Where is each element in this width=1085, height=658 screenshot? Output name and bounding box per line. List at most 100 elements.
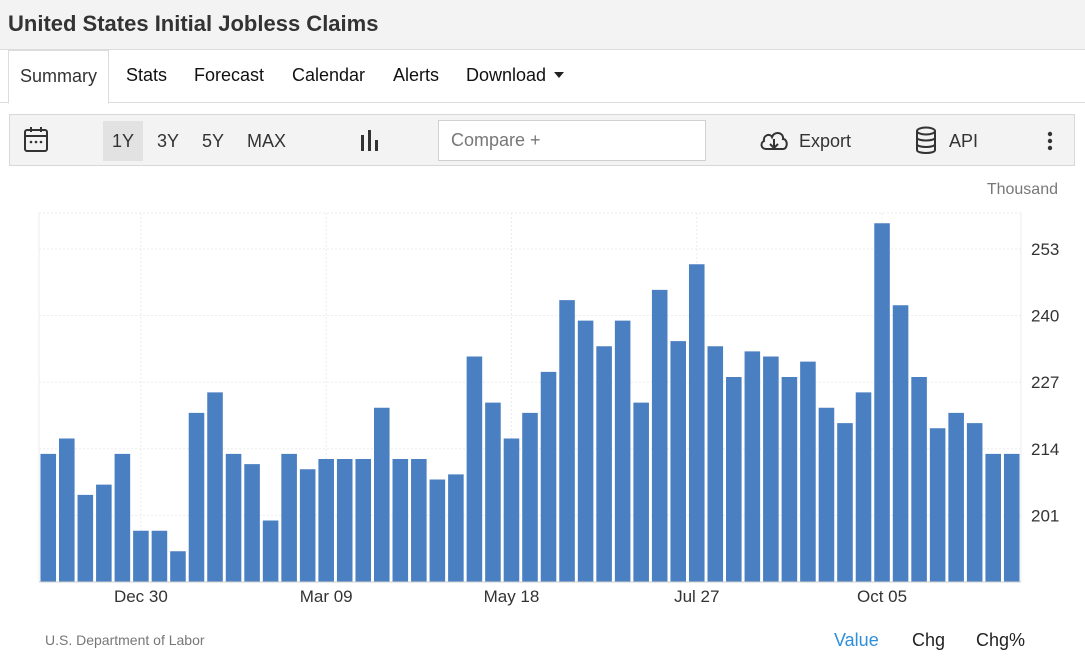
bar-chart: Thousand 201 214 227 240 253 Dec 30 Mar 09 May 1… — [38, 181, 1059, 606]
api-label: API — [949, 131, 979, 151]
range-1y-button[interactable]: 1Y — [103, 121, 144, 161]
bar — [170, 551, 186, 582]
bar — [77, 494, 94, 582]
tab-alerts-label: Alerts — [393, 65, 440, 85]
bar — [503, 438, 520, 582]
title-bar: United States Initial Jobless Claims — [0, 0, 1085, 50]
bar — [633, 402, 649, 582]
bar — [837, 423, 853, 582]
x-tick-label: Dec 30 — [114, 587, 168, 606]
tab-download-label: Download — [466, 65, 547, 85]
bar — [892, 305, 909, 582]
range-max-button[interactable]: MAX — [238, 121, 295, 161]
bar — [670, 341, 687, 582]
export-button[interactable]: Export — [758, 115, 858, 167]
export-label: Export — [799, 131, 852, 151]
bar — [96, 484, 112, 582]
y-tick-label: 201 — [1031, 506, 1059, 525]
bar — [225, 453, 242, 582]
bar — [466, 356, 483, 582]
bar — [577, 320, 594, 582]
y-tick-label: 240 — [1031, 307, 1059, 326]
more-options-button[interactable] — [1044, 115, 1056, 167]
bar — [651, 289, 668, 582]
tab-calendar[interactable]: Calendar — [292, 50, 365, 103]
bar — [392, 459, 409, 582]
bar — [818, 407, 835, 582]
chart-area: Thousand 201 214 227 240 253 Dec 30 Mar 09 May 1… — [9, 167, 1075, 658]
tab-forecast-label: Forecast — [194, 65, 265, 85]
bar — [299, 469, 316, 582]
bar — [800, 361, 816, 582]
bar — [1003, 453, 1020, 582]
x-tick-label: Jul 27 — [674, 587, 719, 606]
bar — [262, 520, 279, 582]
bar — [688, 264, 705, 582]
bar — [596, 346, 612, 582]
bar — [726, 377, 742, 582]
tab-summary-label: Summary — [20, 66, 98, 86]
tab-summary[interactable]: Summary — [8, 50, 110, 104]
range-5y-button[interactable]: 5Y — [193, 121, 233, 161]
cloud-download-icon — [760, 132, 788, 150]
bar — [133, 530, 149, 582]
caret-down-icon — [554, 72, 565, 78]
bar — [985, 453, 1001, 582]
bar — [948, 412, 964, 582]
bar — [911, 377, 927, 582]
bar — [40, 453, 57, 582]
bar — [540, 371, 557, 582]
bar — [355, 459, 372, 582]
view-chg-button[interactable]: Chg — [912, 630, 945, 651]
page-title: United States Initial Jobless Claims — [8, 11, 379, 36]
bar — [336, 459, 353, 582]
bar — [59, 438, 75, 582]
bar — [188, 412, 205, 582]
bar — [485, 402, 501, 582]
view-chg-pct-button[interactable]: Chg% — [976, 630, 1025, 651]
database-icon — [916, 126, 936, 154]
bar — [707, 346, 724, 582]
bar — [151, 530, 168, 582]
y-tick-label: 227 — [1031, 373, 1059, 392]
chart-type-button[interactable] — [358, 115, 380, 167]
compare-input[interactable] — [438, 120, 706, 161]
bar-chart-icon — [361, 130, 378, 151]
tab-stats-label: Stats — [126, 65, 168, 85]
tab-stats[interactable]: Stats — [126, 50, 167, 103]
bar — [744, 351, 761, 582]
unit-label: Thousand — [987, 181, 1058, 198]
bar — [429, 479, 446, 582]
y-tick-label: 214 — [1031, 440, 1059, 459]
x-tick-label: Mar 09 — [300, 587, 353, 606]
bar — [929, 428, 946, 582]
bar — [559, 300, 575, 582]
x-tick-label: May 18 — [484, 587, 540, 606]
calendar-button[interactable] — [23, 115, 49, 167]
bar — [855, 392, 872, 582]
bar — [207, 392, 223, 582]
calendar-icon — [24, 127, 48, 152]
bar — [244, 464, 260, 582]
api-button[interactable]: API — [914, 115, 994, 167]
bar — [781, 377, 798, 582]
source-label: U.S. Department of Labor — [45, 632, 205, 648]
bar — [874, 223, 890, 582]
tab-bar: Summary Stats Forecast Calendar Alerts D… — [0, 50, 1085, 104]
range-3y-button[interactable]: 3Y — [148, 121, 188, 161]
bar — [411, 459, 427, 582]
view-value-button[interactable]: Value — [834, 630, 879, 651]
tab-download[interactable]: Download — [466, 50, 565, 103]
bar — [114, 453, 131, 582]
bar — [373, 407, 390, 582]
y-tick-label: 253 — [1031, 240, 1059, 259]
x-tick-label: Oct 05 — [857, 587, 907, 606]
bar — [763, 356, 779, 582]
bar — [281, 453, 297, 582]
tab-calendar-label: Calendar — [292, 65, 366, 85]
more-vertical-icon — [1047, 131, 1053, 151]
tab-alerts[interactable]: Alerts — [393, 50, 439, 103]
bar — [318, 459, 334, 582]
tab-forecast[interactable]: Forecast — [194, 50, 264, 103]
bar — [966, 423, 983, 582]
